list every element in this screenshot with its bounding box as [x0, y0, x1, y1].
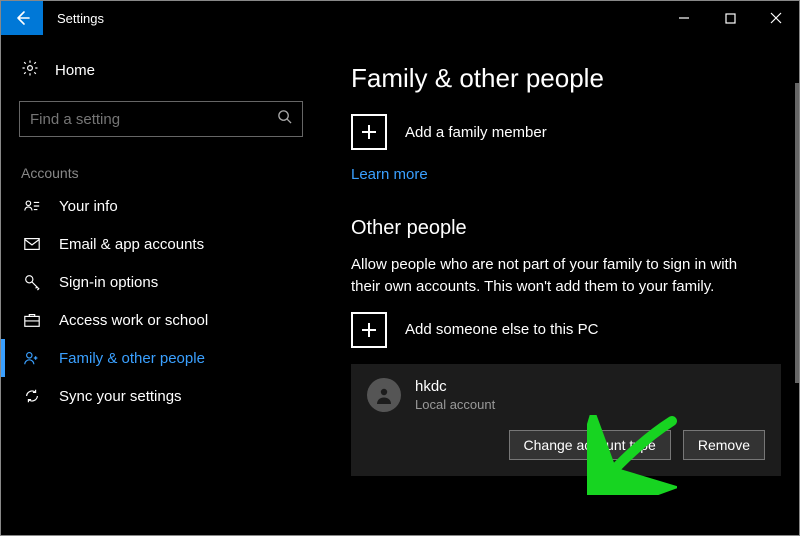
nav-family-other-people[interactable]: Family & other people [1, 339, 303, 377]
arrow-left-icon [13, 9, 31, 27]
search-input[interactable] [20, 102, 302, 136]
nav-label: Email & app accounts [59, 236, 204, 253]
plus-icon [359, 122, 379, 142]
nav-label: Sync your settings [59, 388, 182, 405]
close-icon [770, 12, 782, 24]
settings-window: Settings Home [0, 0, 800, 536]
minimize-icon [678, 12, 690, 24]
nav-signin-options[interactable]: Sign-in options [1, 263, 303, 301]
other-people-description: Allow people who are not part of your fa… [351, 254, 769, 298]
minimize-button[interactable] [661, 1, 707, 35]
home-button[interactable]: Home [19, 53, 303, 93]
nav-your-info[interactable]: Your info [1, 187, 303, 225]
window-title: Settings [43, 1, 661, 35]
titlebar: Settings [1, 1, 799, 35]
add-other-person-button[interactable]: Add someone else to this PC [351, 312, 769, 348]
briefcase-icon [23, 311, 41, 329]
gear-icon [21, 59, 39, 81]
learn-more-link[interactable]: Learn more [351, 166, 428, 183]
back-button[interactable] [1, 1, 43, 35]
nav-label: Sign-in options [59, 274, 158, 291]
person-name: hkdc [415, 378, 495, 395]
person-card[interactable]: hkdc Local account Change account type R… [351, 364, 781, 476]
nav-sync-settings[interactable]: Sync your settings [1, 377, 303, 415]
maximize-icon [725, 13, 736, 24]
person-type: Local account [415, 397, 495, 412]
person-icon [374, 385, 394, 405]
add-other-label: Add someone else to this PC [405, 321, 598, 338]
change-account-type-button[interactable]: Change account type [509, 430, 671, 460]
key-icon [23, 273, 41, 291]
search-box[interactable] [19, 101, 303, 137]
nav-access-work-school[interactable]: Access work or school [1, 301, 303, 339]
page-heading: Family & other people [351, 63, 769, 94]
card-actions: Change account type Remove [367, 430, 765, 460]
section-label-accounts: Accounts [19, 165, 303, 181]
nav-email-accounts[interactable]: Email & app accounts [1, 225, 303, 263]
add-family-label: Add a family member [405, 124, 547, 141]
avatar [367, 378, 401, 412]
remove-button[interactable]: Remove [683, 430, 765, 460]
maximize-button[interactable] [707, 1, 753, 35]
people-icon [23, 349, 41, 367]
home-label: Home [55, 62, 95, 79]
close-button[interactable] [753, 1, 799, 35]
plus-box-icon [351, 312, 387, 348]
other-people-heading: Other people [351, 217, 769, 240]
nav-label: Your info [59, 198, 118, 215]
person-header: hkdc Local account [367, 378, 765, 412]
sync-icon [23, 387, 41, 405]
nav-label: Family & other people [59, 350, 205, 367]
body: Home Accounts Your info [1, 35, 799, 535]
content-pane: Family & other people Add a family membe… [321, 35, 799, 535]
scrollbar[interactable] [795, 35, 799, 535]
person-info: hkdc Local account [415, 378, 495, 412]
plus-box-icon [351, 114, 387, 150]
window-controls [661, 1, 799, 35]
nav-label: Access work or school [59, 312, 208, 329]
nav-list: Your info Email & app accounts Sign-in o… [19, 187, 303, 415]
left-pane: Home Accounts Your info [1, 35, 321, 535]
add-family-member-button[interactable]: Add a family member [351, 114, 769, 150]
plus-icon [359, 320, 379, 340]
person-card-icon [23, 197, 41, 215]
mail-icon [23, 235, 41, 253]
search-icon [277, 109, 292, 129]
scrollbar-thumb[interactable] [795, 83, 799, 383]
